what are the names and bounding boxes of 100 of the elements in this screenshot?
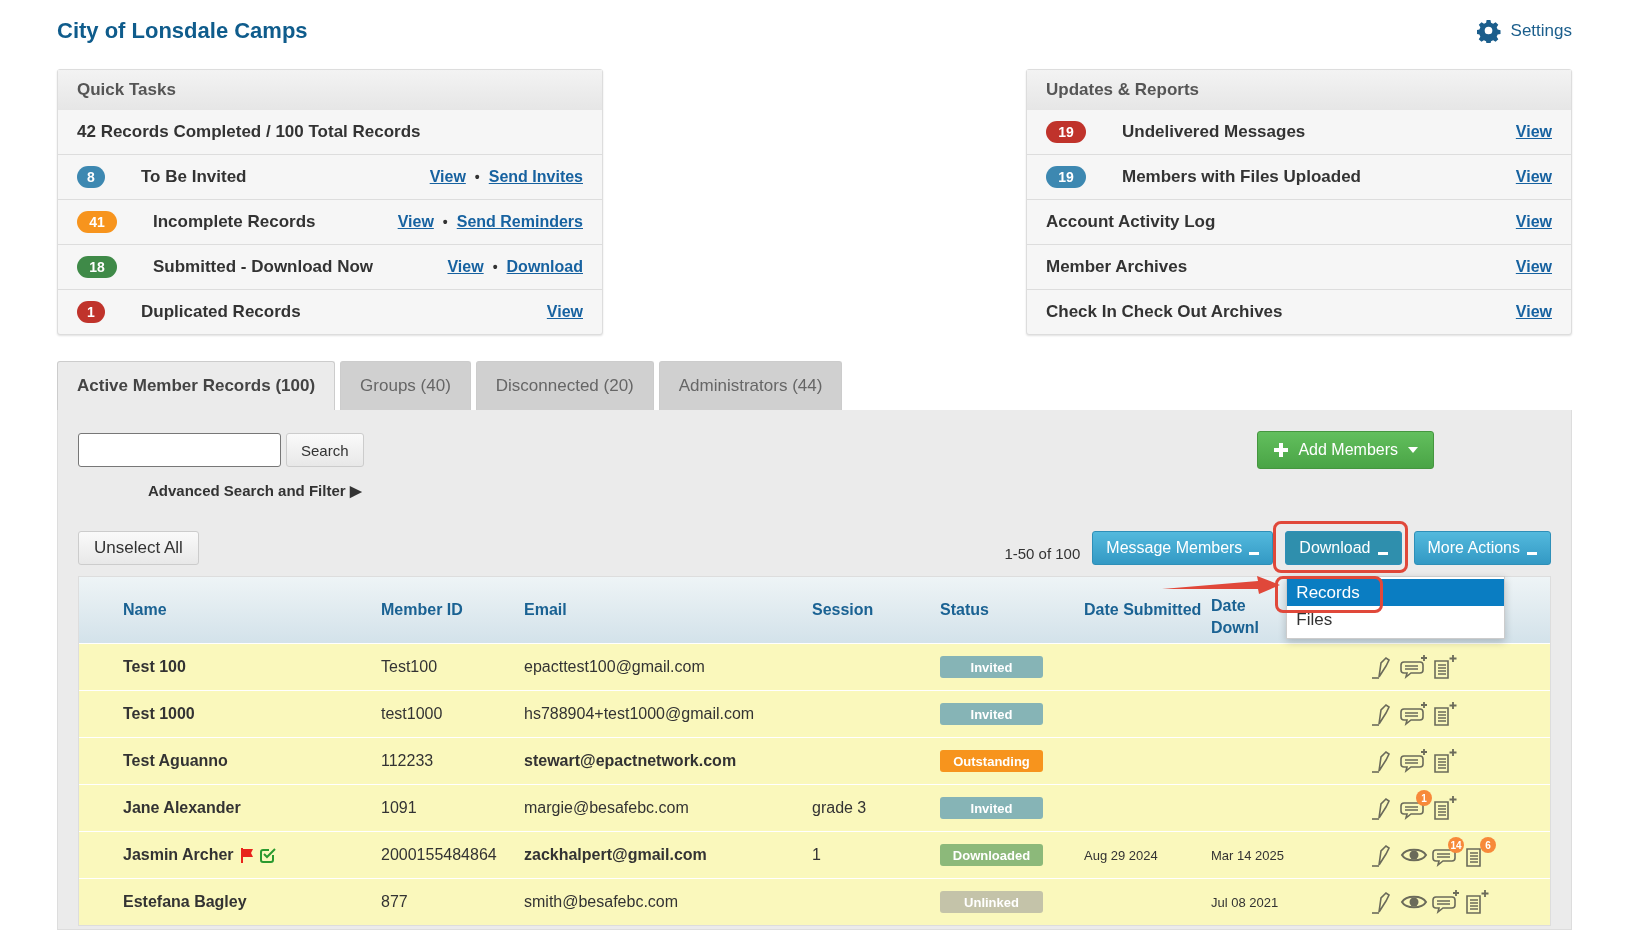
- count-badge: 19: [1046, 121, 1086, 143]
- menu-item[interactable]: Records: [1287, 579, 1505, 606]
- file-add-icon[interactable]: [1432, 701, 1460, 727]
- view-link[interactable]: View: [1515, 123, 1552, 141]
- file-add-icon[interactable]: [1432, 748, 1460, 774]
- count-badge: 41: [77, 211, 117, 233]
- member-email: epacttest100@gmail.com: [524, 658, 706, 676]
- member-name: Estefana Bagley: [123, 893, 247, 911]
- caret-icon: [1408, 447, 1418, 453]
- column-header[interactable]: Date Downl: [1211, 580, 1263, 640]
- caret-icon: [1377, 552, 1388, 556]
- status-tag: Unlinked: [940, 891, 1043, 913]
- member-id: Test100: [381, 658, 439, 676]
- member-id: 877: [381, 893, 409, 911]
- status-tag: Invited: [940, 797, 1043, 819]
- status-tag: Invited: [940, 656, 1043, 678]
- column-header[interactable]: Member ID: [381, 601, 524, 619]
- session-text: grade 3: [812, 799, 867, 816]
- caret-icon: [1249, 552, 1260, 556]
- search-field[interactable]: [78, 433, 281, 467]
- separator-dot: •: [492, 259, 498, 275]
- tab[interactable]: Groups (40): [340, 361, 471, 410]
- plus-icon: [1274, 443, 1289, 457]
- task-label: Incomplete Records: [153, 212, 317, 232]
- task-link[interactable]: Send Invites: [488, 168, 583, 186]
- session-text: 1: [812, 846, 821, 863]
- report-label: Account Activity Log: [1046, 212, 1217, 232]
- member-name: Jane Alexander: [123, 799, 241, 817]
- search-button[interactable]: Search: [286, 433, 364, 467]
- view-link[interactable]: View: [1515, 258, 1552, 276]
- file-add-icon[interactable]: [1432, 654, 1460, 680]
- member-email: hs788904+test1000@gmail.com: [524, 705, 756, 723]
- download-button[interactable]: Download: [1285, 531, 1402, 565]
- member-name: Jasmin Archer: [123, 846, 234, 864]
- task-link[interactable]: View: [546, 303, 583, 321]
- member-email: zackhalpert@gmail.com: [524, 846, 708, 864]
- date-text: Mar 14 2025: [1211, 848, 1284, 863]
- separator-dot: •: [442, 214, 448, 230]
- unselect-all-button[interactable]: Unselect All: [78, 531, 199, 565]
- count-badge: 19: [1046, 166, 1086, 188]
- task-link[interactable]: View: [447, 258, 484, 276]
- member-id: 112233: [381, 752, 435, 770]
- column-header[interactable]: Name: [123, 601, 381, 619]
- tab[interactable]: Disconnected (20): [475, 361, 654, 410]
- count-badge: 18: [77, 256, 117, 278]
- count-badge: 14: [1448, 837, 1464, 853]
- pagination-text: 1-50 of 100: [1004, 544, 1081, 562]
- tab[interactable]: Active Member Records (100): [57, 361, 336, 410]
- count-badge: 8: [77, 166, 105, 188]
- comment-add-icon[interactable]: [1400, 748, 1428, 774]
- date-text: Jul 08 2021: [1211, 895, 1279, 910]
- comment-add-icon[interactable]: [1432, 889, 1460, 915]
- task-label: Duplicated Records: [141, 302, 302, 322]
- status-tag: Invited: [940, 703, 1043, 725]
- member-id: 2000155484864: [381, 846, 498, 864]
- page-title: City of Lonsdale Camps: [57, 18, 308, 44]
- report-label: Member Archives: [1046, 257, 1189, 277]
- member-id: 1091: [381, 799, 418, 817]
- status-tag: Downloaded: [940, 844, 1043, 866]
- count-badge: 6: [1480, 837, 1496, 853]
- comment-add-icon[interactable]: [1400, 701, 1428, 727]
- panel-title: Quick Tasks: [77, 80, 176, 100]
- file-add-icon[interactable]: [1432, 795, 1460, 821]
- member-email: smith@besafebc.com: [524, 893, 680, 911]
- advanced-search-link[interactable]: Advanced Search and Filter ▶: [148, 482, 362, 499]
- view-link[interactable]: View: [1515, 213, 1552, 231]
- report-label: Members with Files Uploaded: [1122, 167, 1362, 187]
- comment-add-icon[interactable]: [1400, 654, 1428, 680]
- member-email: stewart@epactnetwork.com: [524, 752, 738, 770]
- column-header[interactable]: Email: [524, 601, 812, 619]
- menu-item[interactable]: Files: [1287, 606, 1505, 633]
- task-label: Submitted - Download Now: [153, 257, 375, 277]
- panel-title: Updates & Reports: [1046, 80, 1200, 100]
- file-add-icon[interactable]: [1464, 889, 1492, 915]
- report-label: Check In Check Out Archives: [1046, 302, 1284, 322]
- view-link[interactable]: View: [1515, 168, 1552, 186]
- date-text: Aug 29 2024: [1084, 848, 1158, 863]
- task-link[interactable]: Send Reminders: [456, 213, 583, 231]
- status-tag: Outstanding: [940, 750, 1043, 772]
- settings-icon[interactable]: [1476, 19, 1501, 43]
- separator-dot: •: [474, 169, 480, 185]
- task-link[interactable]: View: [397, 213, 434, 231]
- member-name: Test Aguanno: [123, 752, 228, 770]
- column-header[interactable]: Session: [812, 601, 940, 619]
- tab[interactable]: Administrators (44): [658, 361, 843, 410]
- settings-link[interactable]: Settings: [1510, 21, 1572, 41]
- caret-icon: [1527, 552, 1537, 556]
- column-header[interactable]: Date Submitted: [1084, 601, 1211, 619]
- task-link[interactable]: View: [429, 168, 466, 186]
- member-name: Test 1000: [123, 705, 195, 723]
- report-label: Undelivered Messages: [1122, 122, 1307, 142]
- member-email: margie@besafebc.com: [524, 799, 690, 817]
- count-badge: 1: [77, 301, 105, 323]
- task-link[interactable]: Download: [506, 258, 583, 276]
- member-id: test1000: [381, 705, 444, 723]
- view-link[interactable]: View: [1515, 303, 1552, 321]
- records-summary: 42 Records Completed / 100 Total Records: [77, 122, 421, 142]
- column-header[interactable]: Status: [940, 601, 1084, 619]
- member-name: Test 100: [123, 658, 186, 676]
- task-label: To Be Invited: [141, 167, 248, 187]
